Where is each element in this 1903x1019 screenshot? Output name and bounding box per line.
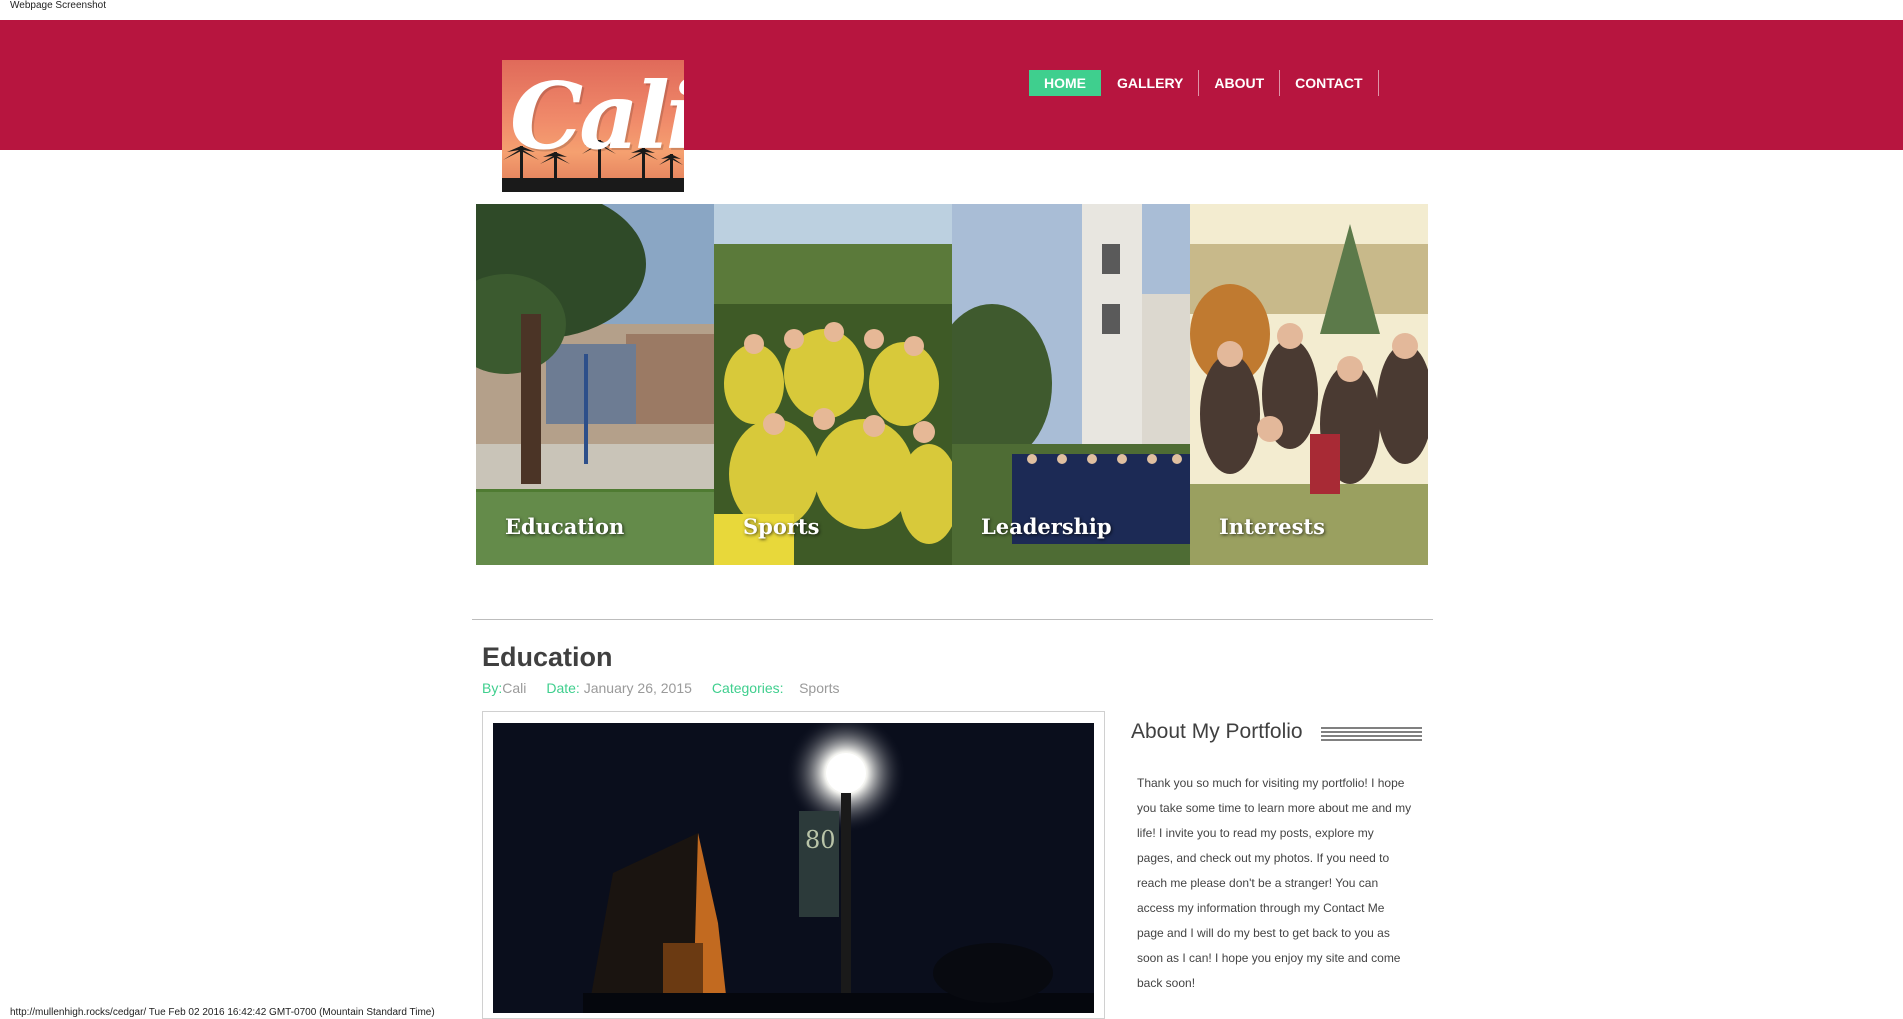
categories-label: Categories:	[711, 680, 784, 696]
night-campus-photo: 80	[493, 723, 1094, 1013]
footer-url: http://mullenhigh.rocks/cedgar/ Tue Feb …	[10, 1007, 435, 1018]
tile-leadership[interactable]: Leadership	[952, 204, 1190, 565]
sidebar-about-text: Thank you so much for visiting my portfo…	[1137, 776, 1412, 990]
tile-education[interactable]: Education	[476, 204, 714, 565]
nav-contact[interactable]: CONTACT	[1280, 70, 1379, 96]
tile-label: Education	[505, 514, 625, 539]
sidebar-title: About My Portfolio	[1131, 720, 1303, 743]
post-date-group: Date: January 26, 2015	[546, 680, 692, 696]
friends-photo	[1190, 204, 1428, 565]
nav-gallery[interactable]: GALLERY	[1102, 70, 1200, 96]
sidebar-title-rule	[1321, 727, 1422, 742]
tile-label: Interests	[1219, 514, 1325, 539]
main-nav: HOME GALLERY ABOUT CONTACT	[1029, 70, 1379, 96]
nav-about[interactable]: ABOUT	[1199, 70, 1281, 96]
by-label: By:	[482, 680, 503, 696]
banner-text: 80	[805, 826, 836, 854]
screenshot-caption: Webpage Screenshot	[10, 0, 106, 11]
tile-label: Leadership	[981, 514, 1112, 539]
team-photo	[714, 204, 952, 565]
post-author-group: By:Cali	[482, 680, 526, 696]
date-label: Date:	[546, 680, 580, 696]
tile-sports[interactable]: Sports	[714, 204, 952, 565]
post-photo[interactable]: 80	[493, 723, 1094, 1013]
post-image-frame: 80	[482, 711, 1105, 1019]
logo-text: Cali	[510, 62, 684, 170]
site-header	[0, 20, 1903, 150]
mission-photo	[952, 204, 1190, 565]
category-tiles: Education Sports Leadership Interests	[476, 204, 1428, 565]
post-category[interactable]: Sports	[799, 680, 839, 696]
site-logo[interactable]: Cali	[502, 60, 684, 192]
post-author[interactable]: Cali	[502, 680, 526, 696]
post-date: January 26, 2015	[583, 680, 692, 696]
post-category-group: Categories: Sports	[712, 680, 840, 696]
section-divider	[472, 619, 1433, 620]
tile-label: Sports	[743, 514, 820, 539]
post-meta: By:Cali Date: January 26, 2015 Categorie…	[482, 680, 860, 696]
tile-interests[interactable]: Interests	[1190, 204, 1428, 565]
post-title[interactable]: Education	[482, 642, 613, 673]
nav-home[interactable]: HOME	[1029, 70, 1101, 96]
